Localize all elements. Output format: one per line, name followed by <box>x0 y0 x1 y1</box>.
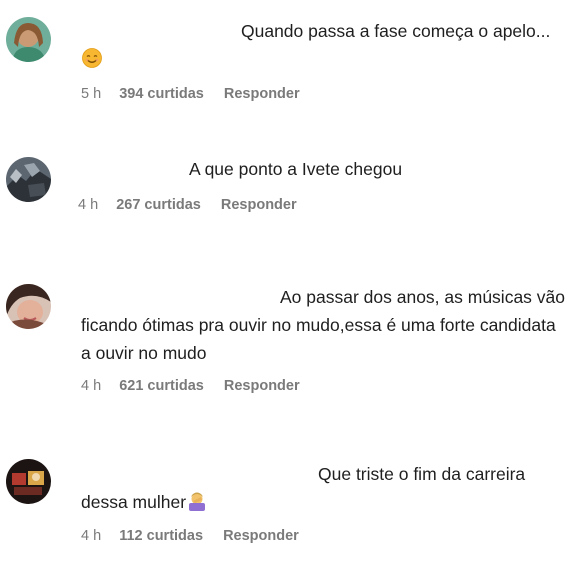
facepalm-emoji-icon <box>189 492 206 511</box>
likes-count[interactable]: 112 curtidas <box>119 528 203 544</box>
comment-body: Que triste o fim da carreira dessa mulhe… <box>81 464 526 512</box>
comment-meta: 5 h 394 curtidas Responder <box>81 86 316 102</box>
comment-time: 4 h <box>81 528 102 544</box>
comment-meta: 4 h 267 curtidas Responder <box>78 197 313 213</box>
comment-body: A que ponto a Ivete chegou <box>189 159 403 179</box>
comment-time: 4 h <box>81 378 102 394</box>
comment-meta: 4 h 112 curtidas Responder <box>81 528 315 544</box>
reply-button[interactable]: Responder <box>224 86 300 102</box>
avatar-image <box>6 17 51 62</box>
avatar-image <box>6 157 51 202</box>
comment-body: Quando passa a fase começa o apelo... <box>241 21 551 41</box>
avatar-image <box>6 459 51 504</box>
comment-time: 5 h <box>81 86 102 102</box>
reply-button[interactable]: Responder <box>221 197 297 213</box>
likes-count[interactable]: 621 curtidas <box>119 378 204 394</box>
comment-text: A que ponto a Ivete chegou <box>81 155 565 183</box>
likes-count[interactable]: 267 curtidas <box>116 197 201 213</box>
smiling-face-emoji-icon <box>82 48 102 68</box>
avatar-image <box>6 284 51 329</box>
comment-text: Quando passa a fase começa o apelo... <box>81 17 565 73</box>
reply-button[interactable]: Responder <box>224 378 300 394</box>
comment-text: Que triste o fim da carreira dessa mulhe… <box>81 460 565 516</box>
comment-body: Ao passar dos anos, as músicas vão fican… <box>81 287 566 363</box>
reply-button[interactable]: Responder <box>223 528 299 544</box>
likes-count[interactable]: 394 curtidas <box>119 86 204 102</box>
avatar[interactable] <box>6 459 51 504</box>
avatar[interactable] <box>6 17 51 62</box>
avatar[interactable] <box>6 284 51 329</box>
avatar[interactable] <box>6 157 51 202</box>
comment-time: 4 h <box>78 197 99 213</box>
comment-text: Ao passar dos anos, as músicas vão fican… <box>81 283 565 367</box>
comment-meta: 4 h 621 curtidas Responder <box>81 378 316 394</box>
